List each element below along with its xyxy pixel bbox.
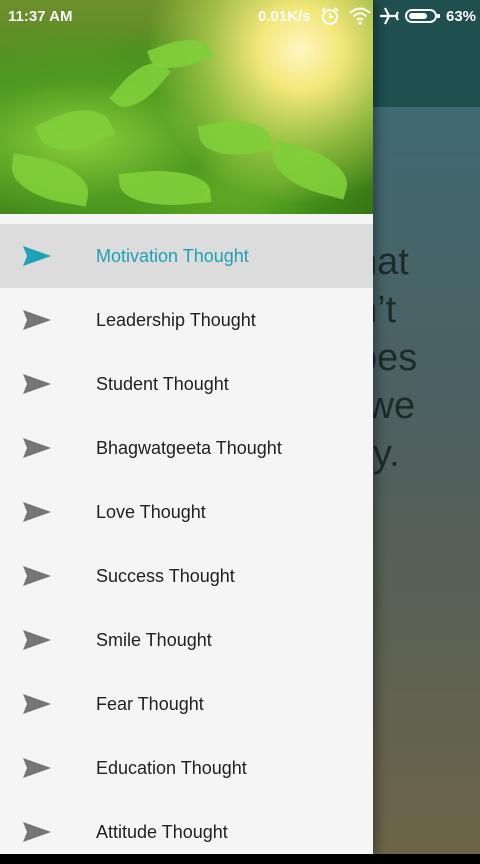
alarm-icon bbox=[321, 7, 339, 25]
leaf-shape bbox=[7, 153, 93, 207]
status-bar: 11:37 AM 0.01K/s 63% bbox=[0, 0, 480, 32]
quote-text: hat n’t oes we ily. bbox=[356, 241, 418, 475]
status-time: 11:37 AM bbox=[8, 8, 73, 25]
send-icon bbox=[23, 630, 51, 650]
leaf-shape bbox=[118, 166, 212, 210]
send-icon bbox=[23, 438, 51, 458]
menu-item-label: Student Thought bbox=[96, 373, 229, 394]
leaf-shape bbox=[34, 97, 116, 163]
send-icon bbox=[23, 502, 51, 522]
send-icon bbox=[23, 310, 51, 330]
leaf-shape bbox=[266, 140, 354, 200]
send-icon bbox=[23, 822, 51, 842]
menu-item-label: Leadership Thought bbox=[96, 309, 256, 330]
menu-item-label: Fear Thought bbox=[96, 693, 204, 714]
network-speed: 0.01K/s bbox=[258, 8, 311, 25]
menu-item-education[interactable]: Education Thought bbox=[0, 736, 373, 800]
menu-item-success[interactable]: Success Thought bbox=[0, 544, 373, 608]
send-icon bbox=[23, 758, 51, 778]
menu-item-label: Bhagwatgeeta Thought bbox=[96, 437, 282, 458]
menu-item-smile[interactable]: Smile Thought bbox=[0, 608, 373, 672]
drawer-menu: Motivation Thought Leadership Thought St… bbox=[0, 224, 373, 864]
drawer-header-image bbox=[0, 0, 373, 214]
leaf-shape bbox=[197, 114, 273, 162]
send-icon bbox=[23, 694, 51, 714]
menu-item-label: Education Thought bbox=[96, 757, 247, 778]
menu-item-label: Motivation Thought bbox=[96, 245, 249, 266]
battery-icon bbox=[405, 9, 440, 23]
menu-item-label: Success Thought bbox=[96, 565, 235, 586]
airplane-icon bbox=[380, 7, 399, 25]
menu-item-bhagwatgeeta[interactable]: Bhagwatgeeta Thought bbox=[0, 416, 373, 480]
menu-item-attitude[interactable]: Attitude Thought bbox=[0, 800, 373, 864]
menu-item-label: Love Thought bbox=[96, 501, 206, 522]
menu-item-fear[interactable]: Fear Thought bbox=[0, 672, 373, 736]
menu-item-label: Smile Thought bbox=[96, 629, 212, 650]
menu-item-leadership[interactable]: Leadership Thought bbox=[0, 288, 373, 352]
menu-item-motivation[interactable]: Motivation Thought bbox=[0, 224, 373, 288]
send-icon bbox=[23, 566, 51, 586]
wifi-icon bbox=[349, 7, 371, 25]
menu-item-student[interactable]: Student Thought bbox=[0, 352, 373, 416]
send-icon bbox=[23, 246, 51, 266]
battery-percent: 63% bbox=[446, 8, 477, 25]
send-icon bbox=[23, 374, 51, 394]
navigation-drawer[interactable]: Motivation Thought Leadership Thought St… bbox=[0, 0, 373, 854]
menu-item-love[interactable]: Love Thought bbox=[0, 480, 373, 544]
menu-item-label: Attitude Thought bbox=[96, 821, 228, 842]
